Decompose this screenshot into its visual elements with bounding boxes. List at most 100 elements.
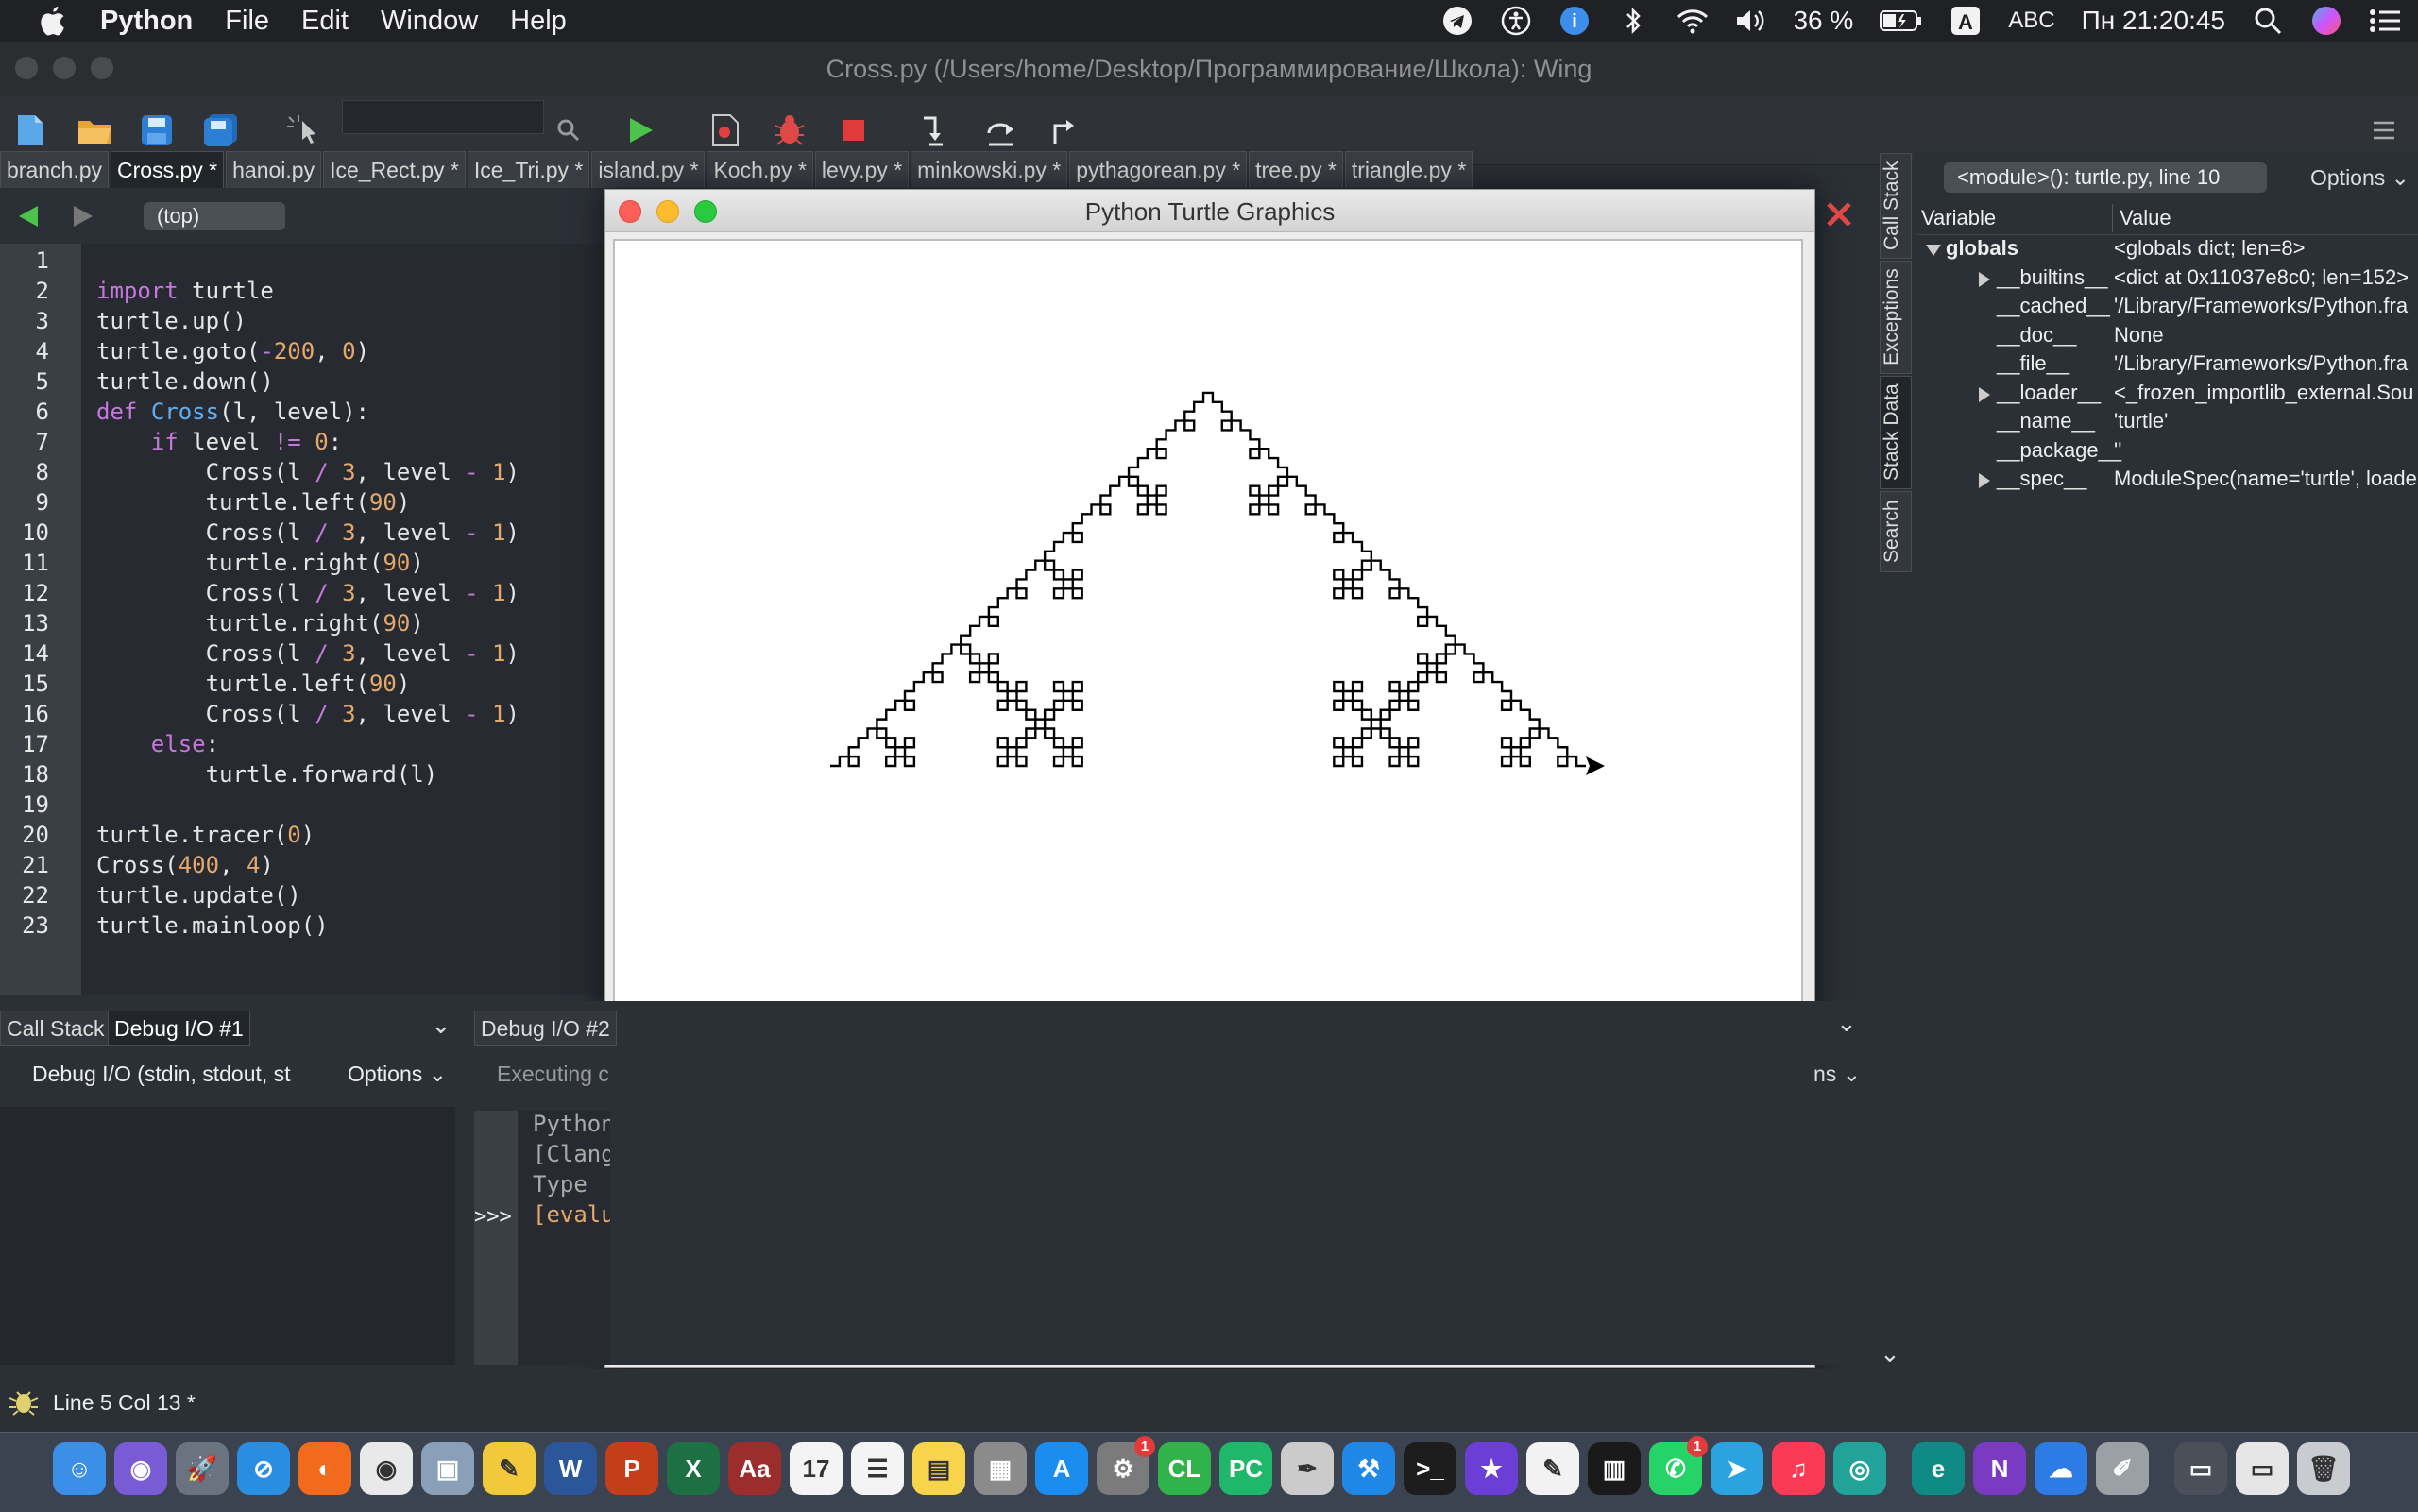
dock-app-store-icon[interactable]: A <box>1035 1442 1088 1495</box>
window-zoom-button[interactable] <box>91 57 113 79</box>
dock-preview-icon[interactable]: ▣ <box>421 1442 474 1495</box>
tab-levy[interactable]: levy.py * <box>814 151 910 188</box>
wifi-icon[interactable] <box>1676 5 1709 37</box>
dock-whatsapp-icon[interactable]: ✆ 1 <box>1649 1436 1708 1495</box>
dock-word-icon[interactable]: W <box>544 1442 597 1495</box>
bottom-right-chevron-icon[interactable]: ⌄ <box>1836 1009 1857 1038</box>
toolbar-menu-icon[interactable] <box>2365 111 2403 149</box>
tab-minkowski[interactable]: minkowski.py * <box>911 151 1068 188</box>
select-pointer-icon[interactable] <box>285 111 323 149</box>
volume-icon[interactable] <box>1734 5 1766 37</box>
turtle-window-titlebar[interactable]: Python Turtle Graphics <box>605 190 1814 232</box>
dock-xcode-icon[interactable]: ⚒ <box>1342 1442 1395 1495</box>
menu-app-python[interactable]: Python <box>100 6 193 37</box>
disclosure-collapsed-icon[interactable] <box>1976 384 1993 409</box>
dock-feather-icon[interactable]: ✒ <box>1281 1442 1334 1495</box>
dock-firefox-icon[interactable]: ◐ <box>298 1442 351 1495</box>
dock-chrome-icon[interactable]: ◉ <box>360 1442 413 1495</box>
tab-island[interactable]: island.py * <box>591 151 706 188</box>
dock-imovie-icon[interactable]: ★ <box>1465 1442 1518 1495</box>
toolbar-search-input[interactable] <box>342 100 544 134</box>
menu-file[interactable]: File <box>225 6 269 37</box>
menu-help[interactable]: Help <box>510 6 567 37</box>
col-variable[interactable]: Variable <box>1921 206 1996 230</box>
dock-calculator-icon[interactable]: ▦ <box>974 1442 1027 1495</box>
dock-activity-monitor-icon[interactable]: ▥ <box>1588 1442 1641 1495</box>
stack-variable-row[interactable]: globals <globals dict; len=8> <box>1917 236 2418 264</box>
dock-siri-icon[interactable]: ◉ <box>114 1442 167 1495</box>
dock-safari-icon[interactable]: ⊘ <box>237 1442 290 1495</box>
module-selector-dropdown[interactable]: <module>(): turtle.py, line 10 <box>1944 162 2267 193</box>
tab-koch[interactable]: Koch.py * <box>707 151 813 188</box>
input-source-label[interactable]: ABC <box>2008 8 2054 34</box>
stack-variable-row[interactable]: __doc__ None <box>1917 323 2418 351</box>
dock-pycharm-icon[interactable]: PC <box>1219 1442 1272 1495</box>
tab-hanoi[interactable]: hanoi.py <box>226 151 322 188</box>
disclosure-expanded-icon[interactable] <box>1925 240 1942 264</box>
telegram-status-icon[interactable] <box>1441 5 1473 37</box>
disclosure-collapsed-icon[interactable] <box>1976 470 1993 495</box>
dock-system-preferences-icon[interactable]: ⚙ 1 <box>1097 1436 1155 1495</box>
stack-variable-row[interactable]: __cached__ '/Library/Frameworks/Python.fr… <box>1917 294 2418 322</box>
tab-cross[interactable]: Cross.py * <box>111 151 225 188</box>
dock-stickies-icon[interactable]: ▤ <box>912 1442 965 1495</box>
dock-launchpad-icon[interactable]: 🚀 <box>176 1442 229 1495</box>
dock-pencil-icon[interactable]: ✐ <box>2096 1442 2149 1495</box>
dock-reminders-icon[interactable]: ☰ <box>851 1442 904 1495</box>
dock-calendar-icon[interactable]: 17 <box>790 1442 843 1495</box>
disclosure-collapsed-icon[interactable] <box>1976 269 1993 294</box>
col-value[interactable]: Value <box>2120 206 2171 230</box>
notification-center-icon[interactable] <box>2369 5 2401 37</box>
save-all-icon[interactable] <box>202 111 240 149</box>
forward-arrow-icon[interactable] <box>72 204 94 233</box>
dock-telegram-icon[interactable]: ➤ <box>1711 1442 1763 1495</box>
dock-textedit-icon[interactable]: ✎ <box>1526 1442 1579 1495</box>
siri-icon[interactable] <box>2310 5 2342 37</box>
stack-options-button[interactable]: Options ⌄ <box>2310 162 2409 193</box>
dock-dictionary-icon[interactable]: Aa <box>728 1442 781 1495</box>
debug-io-output[interactable] <box>0 1107 455 1365</box>
back-arrow-icon[interactable] <box>17 204 40 233</box>
spotlight-search-icon[interactable] <box>2252 5 2284 37</box>
stack-variable-row[interactable]: __loader__ <_frozen_importlib_external.So… <box>1917 381 2418 409</box>
dock-screenshots-icon[interactable]: ▭ <box>2174 1442 2227 1495</box>
tab-triangle[interactable]: triangle.py * <box>1344 151 1473 188</box>
accessibility-icon[interactable] <box>1500 5 1532 37</box>
clock[interactable]: Пн 21:20:45 <box>2082 6 2225 36</box>
tab-pythagorean[interactable]: pythagorean.py * <box>1069 151 1248 188</box>
scope-dropdown[interactable]: (top) <box>144 202 285 230</box>
debug-bug-icon[interactable] <box>771 111 809 149</box>
window-minimize-button[interactable] <box>53 57 76 79</box>
window-close-button[interactable] <box>15 57 38 79</box>
new-file-icon[interactable] <box>11 111 49 149</box>
dock-onenote-icon[interactable]: N <box>1973 1442 2026 1495</box>
run-icon[interactable] <box>622 111 659 149</box>
tab-ice-tri[interactable]: Ice_Tri.py * <box>467 151 590 188</box>
step-out-icon[interactable] <box>1045 111 1082 149</box>
close-editor-icon[interactable] <box>1825 200 1853 233</box>
dock-excel-icon[interactable]: X <box>667 1442 720 1495</box>
dock-terminal-icon[interactable]: >_ <box>1404 1442 1456 1495</box>
stack-variable-row[interactable]: __name__ 'turtle' <box>1917 409 2418 437</box>
step-into-icon[interactable] <box>916 111 954 149</box>
tab-ice-rect[interactable]: Ice_Rect.py * <box>323 151 466 188</box>
stack-variable-row[interactable]: __builtins__ <dict at 0x11037e8c0; len=15… <box>1917 265 2418 294</box>
input-source-icon[interactable]: A <box>1950 5 1982 37</box>
menu-window[interactable]: Window <box>381 6 478 37</box>
bottom-left-chevron-icon[interactable]: ⌄ <box>431 1011 451 1040</box>
dock-eset-icon[interactable]: e <box>1912 1442 1965 1495</box>
menu-edit[interactable]: Edit <box>301 6 349 37</box>
tab-tree[interactable]: tree.py * <box>1249 151 1343 188</box>
dock-finder-icon[interactable]: ☺ <box>53 1442 106 1495</box>
tab-call-stack-bottom[interactable]: Call Stack <box>0 1011 111 1046</box>
save-icon[interactable] <box>138 111 176 149</box>
stack-variable-row[interactable]: __file__ '/Library/Frameworks/Python.fra <box>1917 351 2418 380</box>
tab-debug-io-1[interactable]: Debug I/O #1 <box>108 1011 250 1046</box>
dock-music-icon[interactable]: ♫ <box>1772 1442 1825 1495</box>
vtab-exceptions[interactable]: Exceptions <box>1880 261 1912 374</box>
vtab-stack-data[interactable]: Stack Data <box>1880 376 1912 489</box>
dock-powerpoint-icon[interactable]: P <box>605 1442 658 1495</box>
python-shell[interactable]: Python [Clang Type [evalu <box>518 1111 610 1365</box>
stack-variable-row[interactable]: __spec__ ModuleSpec(name='turtle', loade <box>1917 467 2418 495</box>
tab-debug-io-2[interactable]: Debug I/O #2 <box>474 1011 617 1046</box>
